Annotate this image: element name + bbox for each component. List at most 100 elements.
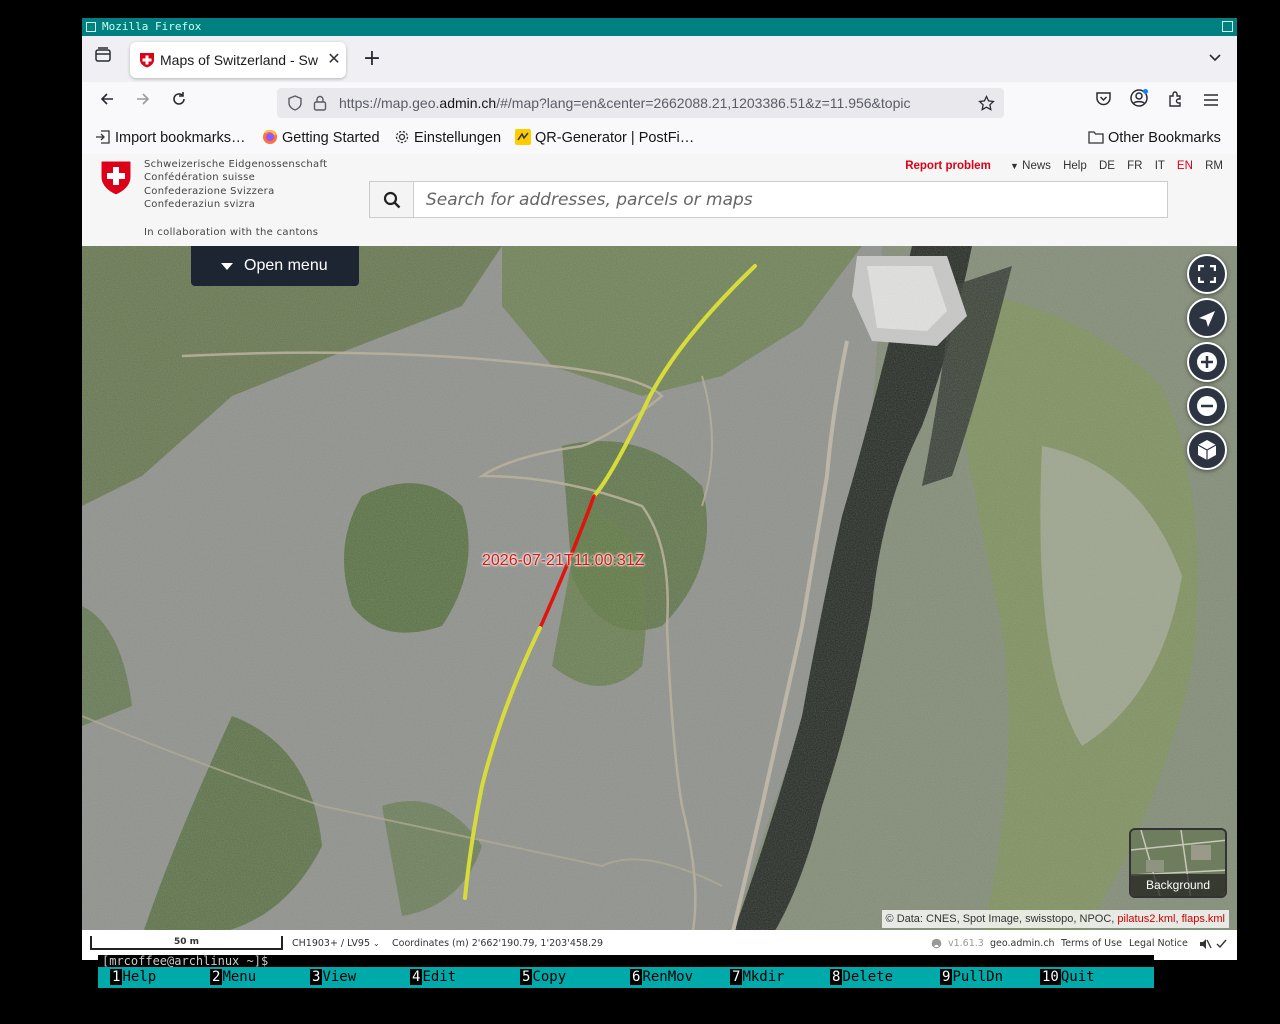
shell-prompt[interactable]: [mrcoffee@archlinux ~]$ (98, 955, 1154, 967)
fkey-number: 5 (520, 969, 533, 985)
fkey-copy[interactable]: 5 Copy (520, 969, 566, 985)
projection-label: CH1903+ / LV95 (292, 938, 370, 949)
lang-de[interactable]: DE (1099, 160, 1115, 172)
3d-toggle-button[interactable] (1187, 430, 1227, 470)
fkey-number: 1 (110, 969, 123, 985)
confed-line: Confédération suisse (144, 172, 256, 184)
forward-icon[interactable] (129, 88, 157, 116)
zoom-out-button[interactable] (1187, 386, 1227, 426)
projection-select[interactable]: CH1903+ / LV95 ⌄ (292, 938, 380, 949)
attribution-sources[interactable]: CNES, Spot Image, swisstopo, NPOC, (926, 913, 1117, 925)
fkey-help[interactable]: 1 Help (110, 969, 156, 985)
fkey-edit[interactable]: 4 Edit (410, 969, 456, 985)
terms-link[interactable]: Terms of Use (1061, 938, 1122, 949)
zoom-out-icon (1197, 396, 1217, 416)
star-icon[interactable] (978, 95, 995, 112)
swiss-shield-icon (140, 53, 154, 68)
bookmark-getting-started[interactable]: Getting Started (262, 122, 380, 154)
fkey-pulldn[interactable]: 9 PullDn (940, 969, 1003, 985)
version-label[interactable]: v1.61.3 (948, 938, 984, 949)
hamburger-menu-icon[interactable] (1197, 88, 1225, 116)
header-links: Report problem ▼ News Help DE FR IT EN R… (896, 160, 1223, 172)
folder-icon (1088, 131, 1104, 144)
extensions-icon[interactable] (1161, 88, 1189, 116)
fkey-number: 8 (830, 969, 843, 985)
fkey-view[interactable]: 3 View (310, 969, 356, 985)
open-menu-button[interactable]: Open menu (191, 246, 359, 286)
fkey-label: Mkdir (742, 969, 785, 985)
other-bookmarks[interactable]: Other Bookmarks (1088, 122, 1221, 154)
legal-link[interactable]: Legal Notice (1129, 938, 1188, 949)
other-bookmarks-label: Other Bookmarks (1108, 130, 1221, 146)
attribution-prefix: © Data: (885, 913, 927, 925)
fkey-delete[interactable]: 8 Delete (830, 969, 893, 985)
fkey-label: PullDn (952, 969, 1004, 985)
search-button[interactable] (370, 182, 414, 217)
check-icon[interactable] (1216, 938, 1227, 949)
lang-rm[interactable]: RM (1205, 160, 1223, 172)
collab-text: In collaboration with the cantons (144, 227, 319, 238)
window-menu-icon[interactable] (86, 22, 96, 32)
account-icon[interactable] (1125, 88, 1153, 116)
confed-line: Confederazione Svizzera (144, 185, 275, 197)
tab-maps-switzerland[interactable]: Maps of Switzerland - Swi ✕ (130, 42, 346, 78)
lang-fr[interactable]: FR (1127, 160, 1142, 172)
map-canvas[interactable] (82, 246, 1237, 936)
bookmark-einstellungen[interactable]: Einstellungen (394, 122, 501, 154)
bookmark-qr-generator[interactable]: QR-Generator | PostFi… (515, 122, 694, 154)
fullscreen-icon (1198, 265, 1216, 283)
background-label: Background (1131, 874, 1225, 896)
site-link[interactable]: geo.admin.ch (990, 938, 1055, 949)
lock-icon[interactable] (313, 95, 327, 111)
fkey-renmov[interactable]: 6 RenMov (630, 969, 693, 985)
bookmark-import[interactable]: Import bookmarks… (95, 122, 246, 154)
swiss-coat-of-arms-icon[interactable] (100, 160, 132, 196)
tab-strip: Maps of Switzerland - Swi ✕ + (82, 36, 1237, 82)
news-dropdown[interactable]: ▼ News (1010, 160, 1051, 172)
pocket-icon[interactable] (1089, 88, 1117, 116)
mc-function-bar: [mrcoffee@archlinux ~]$ 1 Help 2 Menu 3 Vie… (98, 955, 1154, 988)
fkey-mkdir[interactable]: 7 Mkdir (730, 969, 785, 985)
chevron-down-icon[interactable] (1201, 45, 1229, 73)
geolocation-button[interactable] (1187, 298, 1227, 338)
caret-down-icon: ▼ (1010, 161, 1019, 171)
help-link[interactable]: Help (1063, 160, 1087, 172)
bookmark-label: Import bookmarks… (115, 130, 246, 146)
background-selector[interactable]: Background (1129, 828, 1227, 898)
tab-list-icon[interactable] (89, 45, 117, 73)
fkey-number: 3 (310, 969, 323, 985)
bookmark-label: Einstellungen (414, 130, 502, 146)
fkey-menu[interactable]: 2 Menu (210, 969, 256, 985)
bookmark-label: QR-Generator | PostFi… (535, 130, 695, 146)
mute-icon[interactable] (1199, 938, 1212, 950)
shield-icon[interactable] (287, 95, 303, 111)
fkey-label: RenMov (642, 969, 694, 985)
attribution-kml[interactable]: pilatus2.kml, flaps.kml (1117, 913, 1225, 925)
tab-title: Maps of Switzerland - Swi (160, 52, 318, 68)
url-rest: /#/map?lang=en&center=2662088.21,1203386… (496, 95, 911, 111)
firefox-icon (263, 129, 277, 144)
zoom-in-button[interactable] (1187, 342, 1227, 382)
github-icon[interactable] (931, 938, 942, 949)
fullscreen-button[interactable] (1187, 254, 1227, 294)
report-problem-link[interactable]: Report problem (905, 160, 991, 172)
new-tab-icon[interactable]: + (358, 45, 386, 73)
back-icon[interactable] (93, 88, 121, 116)
track-timestamp-label: 2026-07-21T11:00:31Z (482, 552, 645, 569)
fkey-label: Quit (1060, 969, 1095, 985)
fkey-label: Menu (222, 969, 257, 985)
url-bar[interactable]: https://map.geo.admin.ch/#/map?lang=en&c… (277, 88, 1004, 118)
search-input[interactable] (426, 182, 1156, 217)
fkey-number: 10 (1040, 969, 1061, 985)
lang-it[interactable]: IT (1155, 160, 1165, 172)
news-label: News (1022, 160, 1051, 172)
reload-icon[interactable] (165, 88, 193, 116)
window-titlebar[interactable]: Mozilla Firefox (82, 18, 1237, 36)
lang-en[interactable]: EN (1177, 160, 1193, 172)
confed-line: Confederaziun svizra (144, 199, 256, 211)
close-icon[interactable]: ✕ (325, 50, 343, 68)
url-text[interactable]: https://map.geo.admin.ch/#/map?lang=en&c… (339, 88, 969, 118)
maximize-icon[interactable] (1222, 21, 1233, 32)
fkey-quit[interactable]: 10 Quit (1040, 969, 1095, 985)
coordinates-readout: Coordinates (m) 2'662'190.79, 1'203'458.… (392, 938, 604, 949)
